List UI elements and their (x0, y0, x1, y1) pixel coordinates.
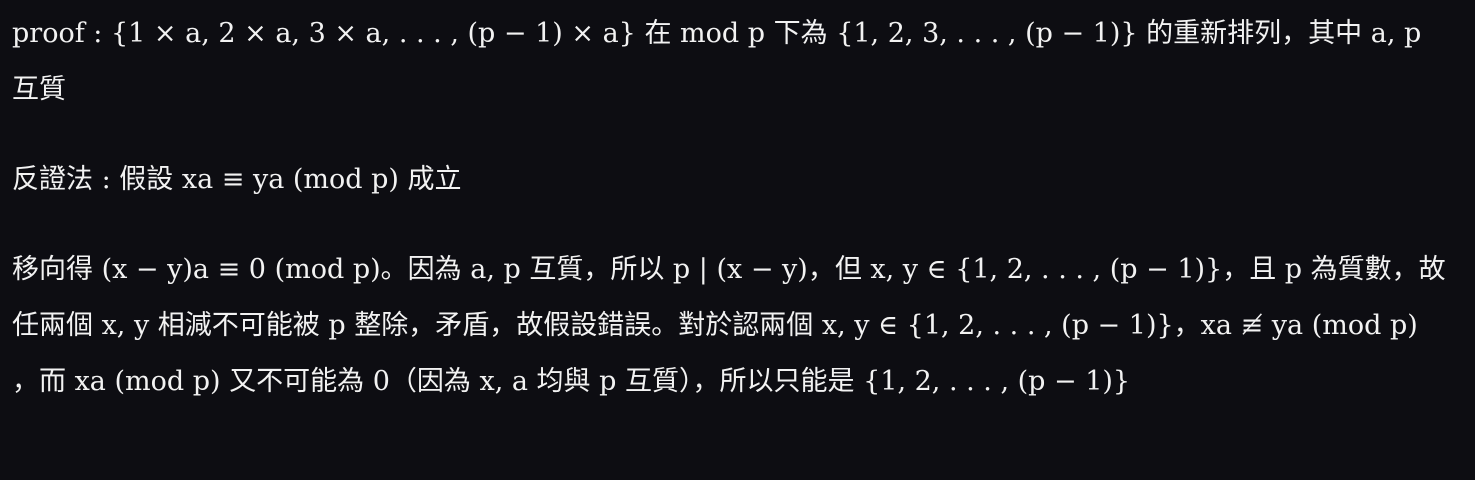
contradiction-argument-paragraph: 移向得 (x − y)a ≡ 0 (mod p)。因為 a, p 互質，所以 p… (12, 254, 1446, 397)
document-page: proof : {1 × a, 2 × a, 3 × a, . . . , (p… (0, 0, 1475, 480)
proof-paragraph: proof : {1 × a, 2 × a, 3 × a, . . . , (p… (12, 18, 1422, 105)
contradiction-assumption-paragraph: 反證法 : 假設 xa ≡ ya (mod p) 成立 (12, 164, 462, 195)
